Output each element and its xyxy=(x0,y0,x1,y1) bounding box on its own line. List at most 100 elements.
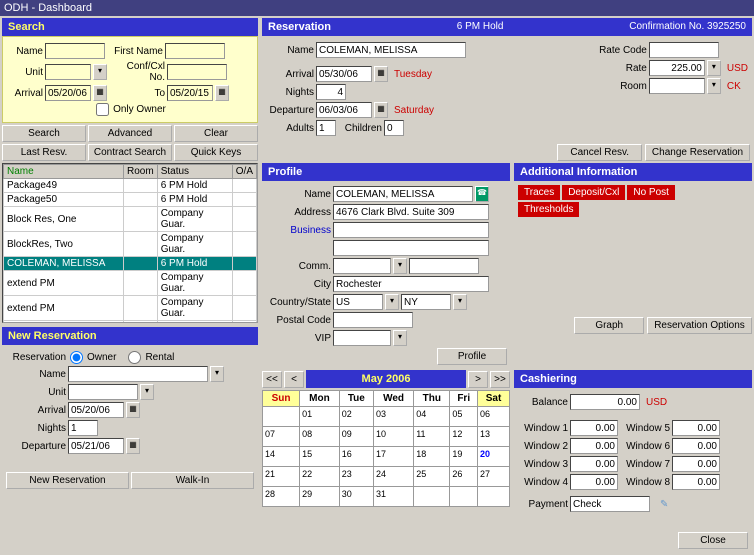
balance-input[interactable] xyxy=(570,394,640,410)
cal-day[interactable] xyxy=(263,407,300,427)
state-input[interactable] xyxy=(401,294,451,310)
cal-day[interactable]: 24 xyxy=(373,467,413,487)
city-input[interactable] xyxy=(333,276,489,292)
calendar-icon[interactable]: ▦ xyxy=(126,438,140,454)
cal-prev-button[interactable]: < xyxy=(284,371,304,388)
graph-button[interactable]: Graph xyxy=(574,317,644,334)
quick-keys-button[interactable]: Quick Keys xyxy=(174,144,258,161)
cal-day[interactable]: 04 xyxy=(414,407,450,427)
cal-day[interactable]: 12 xyxy=(450,427,478,447)
unit-dropdown-icon[interactable]: ▾ xyxy=(93,64,107,80)
dropdown-icon[interactable]: ▾ xyxy=(140,384,154,400)
calendar-icon[interactable]: ▦ xyxy=(374,66,388,82)
table-row[interactable]: Block Res, OneCompany Guar. xyxy=(4,207,257,232)
dropdown-icon[interactable]: ▾ xyxy=(453,294,467,310)
dropdown-icon[interactable]: ▾ xyxy=(210,366,224,382)
resv-nights-input[interactable] xyxy=(316,84,346,100)
cal-day[interactable]: 18 xyxy=(414,447,450,467)
cal-day[interactable]: 30 xyxy=(339,487,373,507)
nr-nights-input[interactable] xyxy=(68,420,98,436)
address2-input[interactable] xyxy=(333,240,489,256)
cal-first-button[interactable]: << xyxy=(262,371,282,388)
contract-search-button[interactable]: Contract Search xyxy=(88,144,172,161)
window-input[interactable] xyxy=(672,456,720,472)
table-row[interactable]: extend PMCompany Guar. xyxy=(4,296,257,321)
col-oa[interactable]: O/A xyxy=(232,165,256,179)
cal-day[interactable]: 21 xyxy=(263,467,300,487)
table-row[interactable]: Package506 PM Hold xyxy=(4,193,257,207)
cal-next-button[interactable]: > xyxy=(468,371,488,388)
close-button[interactable]: Close xyxy=(678,532,748,549)
col-status[interactable]: Status xyxy=(157,165,232,179)
cal-day[interactable]: 15 xyxy=(300,447,340,467)
table-row[interactable]: BlockRes, TwoCompany Guar. xyxy=(4,232,257,257)
only-owner-checkbox[interactable] xyxy=(96,103,109,116)
cal-day[interactable]: 19 xyxy=(450,447,478,467)
last-resv-button[interactable]: Last Resv. xyxy=(2,144,86,161)
postal-input[interactable] xyxy=(333,312,413,328)
table-row[interactable]: Package496 PM Hold xyxy=(4,179,257,193)
search-results-table[interactable]: Name Room Status O/A Package496 PM HoldP… xyxy=(3,164,257,323)
window-input[interactable] xyxy=(570,456,618,472)
resv-name-input[interactable] xyxy=(316,42,466,58)
to-input[interactable] xyxy=(167,85,213,101)
nr-unit-input[interactable] xyxy=(68,384,138,400)
cal-day[interactable]: 05 xyxy=(450,407,478,427)
deposit-tag[interactable]: Deposit/Cxl xyxy=(562,185,625,200)
ratecode-input[interactable] xyxy=(649,42,719,58)
adults-input[interactable] xyxy=(316,120,336,136)
resv-options-button[interactable]: Reservation Options xyxy=(647,317,752,334)
name-input[interactable] xyxy=(45,43,105,59)
dropdown-icon[interactable]: ▾ xyxy=(393,258,407,274)
payment-icon[interactable]: ✎ xyxy=(660,499,668,510)
rental-radio[interactable] xyxy=(128,351,141,364)
children-input[interactable] xyxy=(384,120,404,136)
cal-day[interactable]: 10 xyxy=(373,427,413,447)
resv-departure-input[interactable] xyxy=(316,102,372,118)
rate-input[interactable] xyxy=(649,60,705,76)
walkin-button[interactable]: Walk-In xyxy=(131,472,254,489)
vip-input[interactable] xyxy=(333,330,391,346)
cal-day[interactable]: 23 xyxy=(339,467,373,487)
firstname-input[interactable] xyxy=(165,43,225,59)
col-name[interactable]: Name xyxy=(4,165,124,179)
cal-day[interactable]: 20 xyxy=(478,447,510,467)
cal-day[interactable]: 17 xyxy=(373,447,413,467)
country-input[interactable] xyxy=(333,294,383,310)
cal-day[interactable]: 03 xyxy=(373,407,413,427)
conf-input[interactable] xyxy=(167,64,227,80)
window-input[interactable] xyxy=(570,420,618,436)
cal-day[interactable]: 14 xyxy=(263,447,300,467)
cal-last-button[interactable]: >> xyxy=(490,371,510,388)
cal-day[interactable]: 26 xyxy=(450,467,478,487)
cal-day[interactable] xyxy=(450,487,478,507)
cal-day[interactable]: 09 xyxy=(339,427,373,447)
thresholds-tag[interactable]: Thresholds xyxy=(518,202,579,217)
cal-day[interactable]: 13 xyxy=(478,427,510,447)
address-input[interactable] xyxy=(333,204,489,220)
comm-input[interactable] xyxy=(333,258,391,274)
nopost-tag[interactable]: No Post xyxy=(627,185,675,200)
table-row[interactable]: extend PMCompany Guar. xyxy=(4,271,257,296)
cal-day[interactable]: 28 xyxy=(263,487,300,507)
payment-input[interactable] xyxy=(570,496,650,512)
window-input[interactable] xyxy=(570,438,618,454)
clear-button[interactable]: Clear xyxy=(174,125,258,142)
profile-button[interactable]: Profile xyxy=(437,348,507,365)
calendar-table[interactable]: SunMonTueWedThuFriSat0102030405060708091… xyxy=(262,390,510,507)
calendar-icon[interactable]: ▦ xyxy=(215,85,229,101)
dropdown-icon[interactable]: ▾ xyxy=(707,60,721,76)
advanced-button[interactable]: Advanced xyxy=(88,125,172,142)
dropdown-icon[interactable]: ▾ xyxy=(385,294,399,310)
contact-icon[interactable]: ☎ xyxy=(475,186,489,202)
cal-day[interactable]: 31 xyxy=(373,487,413,507)
cal-day[interactable]: 22 xyxy=(300,467,340,487)
change-resv-button[interactable]: Change Reservation xyxy=(645,144,750,161)
cal-day[interactable] xyxy=(478,487,510,507)
cal-day[interactable]: 01 xyxy=(300,407,340,427)
window-input[interactable] xyxy=(672,420,720,436)
resv-arrival-input[interactable] xyxy=(316,66,372,82)
table-row[interactable]: COLEMAN, MELISSA6 PM Hold xyxy=(4,257,257,271)
cal-day[interactable]: 02 xyxy=(339,407,373,427)
arrival-input[interactable] xyxy=(45,85,91,101)
